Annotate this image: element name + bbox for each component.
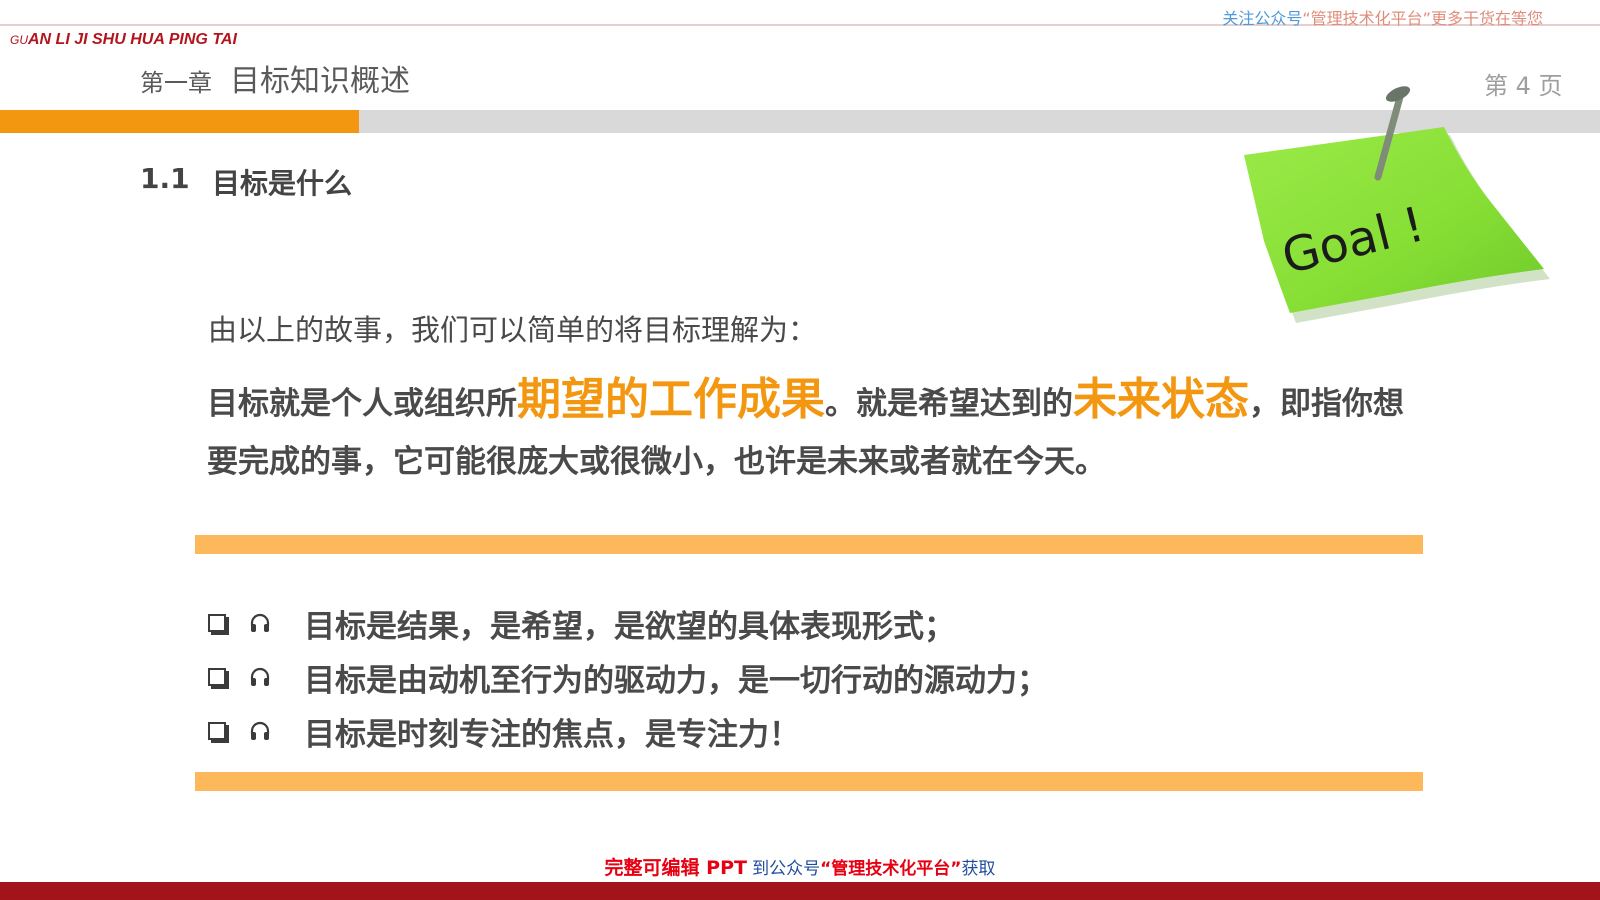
checkbox-icon [208, 668, 226, 686]
goal-note-image: Goal ! [1244, 86, 1550, 323]
checkbox-icon [208, 614, 226, 632]
cta-part-3: “管理技术化平台” [820, 859, 962, 879]
cta-part-1: 完整可编辑 PPT [604, 857, 747, 879]
orange-band-bottom [195, 772, 1423, 791]
headphones-icon [250, 613, 270, 632]
bullet-text: 目标是结果，是希望，是欲望的具体表现形式； [304, 608, 955, 645]
definition-part-1: 目标就是个人或组织所 [207, 386, 517, 422]
bullet-item: 目标是时刻专注的焦点，是专注力！ [208, 711, 800, 753]
cta-part-2: 到公众号 [752, 859, 821, 879]
definition-part-2: 。就是希望达到的 [825, 386, 1073, 422]
definition-paragraph: 目标就是个人或组织所期望的工作成果。就是希望达到的未来状态，即指你想要完成的事，… [207, 371, 1407, 491]
definition-highlight-1: 期望的工作成果 [517, 374, 825, 425]
chapter-label: 第一章 [140, 69, 212, 97]
brand-rest: AN LI JI SHU HUA PING TAI [28, 31, 237, 48]
section-title: 目标是什么 [212, 167, 353, 200]
bullet-text: 目标是时刻专注的焦点，是专注力！ [304, 716, 800, 753]
footer-bar [0, 882, 1600, 900]
bullet-item: 目标是结果，是希望，是欲望的具体表现形式； [208, 603, 955, 645]
intro-text: 由以上的故事，我们可以简单的将目标理解为： [208, 313, 818, 347]
promo-part-1: 关注公众号 [1222, 9, 1303, 28]
promo-part-2: “管理技术化平台” [1302, 9, 1431, 28]
chapter-title: 目标知识概述 [230, 64, 410, 99]
brand-text: GUAN LI JI SHU HUA PING TAI [10, 31, 237, 49]
headphones-icon [250, 721, 270, 740]
definition-highlight-2: 未来状态 [1073, 374, 1249, 425]
chapter-heading: 第一章 目标知识概述 [140, 56, 410, 100]
headphones-icon [250, 667, 270, 686]
footer-cta: 完整可编辑 PPT 到公众号“管理技术化平台”获取 [0, 853, 1600, 880]
brand-prefix: GU [10, 33, 28, 47]
bullet-text: 目标是由动机至行为的驱动力，是一切行动的源动力； [304, 662, 1048, 699]
promo-part-3: 更多干货在等您 [1430, 9, 1543, 28]
checkbox-icon [208, 722, 226, 740]
cta-part-4: 获取 [961, 859, 996, 879]
top-promo-text: 关注公众号“管理技术化平台”更多干货在等您 [1222, 5, 1543, 29]
orange-band-top [195, 535, 1423, 554]
header-bar-accent [0, 110, 359, 133]
bullet-item: 目标是由动机至行为的驱动力，是一切行动的源动力； [208, 657, 1048, 699]
section-number: 1.1 [140, 162, 190, 195]
